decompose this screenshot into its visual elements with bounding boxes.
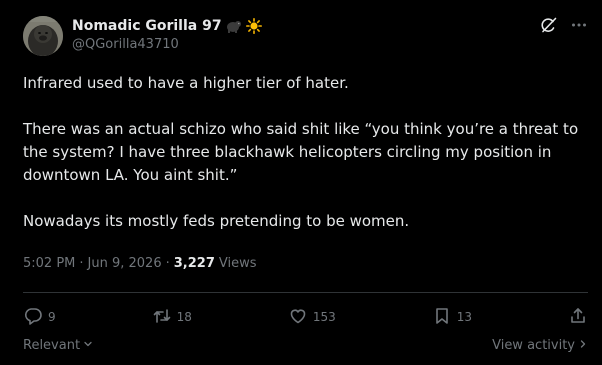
- tweet-meta: 5:02 PM · Jun 9, 2026 · 3,227 Views: [23, 256, 257, 271]
- action-bar: 9 18 153 13: [23, 305, 588, 329]
- bookmark-count: 13: [456, 310, 473, 324]
- sun-emoji: [245, 18, 262, 34]
- tweet-text: Infrared used to have a higher tier of h…: [23, 72, 591, 233]
- bookmark-icon: [432, 306, 452, 329]
- like-count: 153: [312, 310, 336, 324]
- tweet-paragraph: Nowadays its mostly feds pretending to b…: [23, 212, 410, 230]
- more-icon[interactable]: [570, 16, 588, 34]
- post: Nomadic Gorilla 97 @QGorilla43710 Infrar…: [0, 0, 602, 365]
- view-activity-label: View activity: [492, 338, 575, 353]
- grok-icon[interactable]: [540, 16, 558, 34]
- display-name[interactable]: Nomadic Gorilla 97: [72, 18, 222, 34]
- post-footer: Relevant View activity: [23, 338, 588, 353]
- relevant-label: Relevant: [23, 338, 81, 353]
- gorilla-emoji: [226, 19, 242, 33]
- like-button[interactable]: 153: [288, 306, 336, 329]
- top-actions: [540, 16, 588, 34]
- tweet-time[interactable]: 5:02 PM: [23, 256, 75, 271]
- relevant-dropdown[interactable]: Relevant: [23, 338, 93, 353]
- repost-icon: [152, 306, 172, 329]
- handle[interactable]: @QGorilla43710: [72, 37, 179, 52]
- views-label: Views: [218, 256, 257, 271]
- chevron-down-icon: [83, 338, 93, 353]
- reply-icon: [23, 306, 43, 329]
- like-icon: [288, 306, 308, 329]
- divider: [23, 292, 588, 293]
- repost-button[interactable]: 18: [152, 306, 192, 329]
- share-icon: [568, 306, 588, 329]
- bookmark-button[interactable]: 13: [432, 306, 472, 329]
- display-name-row: Nomadic Gorilla 97: [72, 16, 262, 36]
- meta-separator: ·: [165, 256, 170, 271]
- view-activity-link[interactable]: View activity: [492, 338, 588, 353]
- chevron-right-icon: [578, 338, 588, 353]
- views-count: 3,227: [173, 256, 215, 271]
- tweet-paragraph: Infrared used to have a higher tier of h…: [23, 74, 349, 92]
- tweet-date[interactable]: Jun 9, 2026: [88, 256, 162, 271]
- repost-count: 18: [176, 310, 192, 324]
- avatar[interactable]: [23, 16, 63, 56]
- meta-separator: ·: [79, 256, 84, 271]
- tweet-paragraph: There was an actual schizo who said shit…: [23, 120, 579, 184]
- share-button[interactable]: [568, 306, 588, 329]
- reply-count: 9: [48, 310, 56, 324]
- reply-button[interactable]: 9: [23, 306, 56, 329]
